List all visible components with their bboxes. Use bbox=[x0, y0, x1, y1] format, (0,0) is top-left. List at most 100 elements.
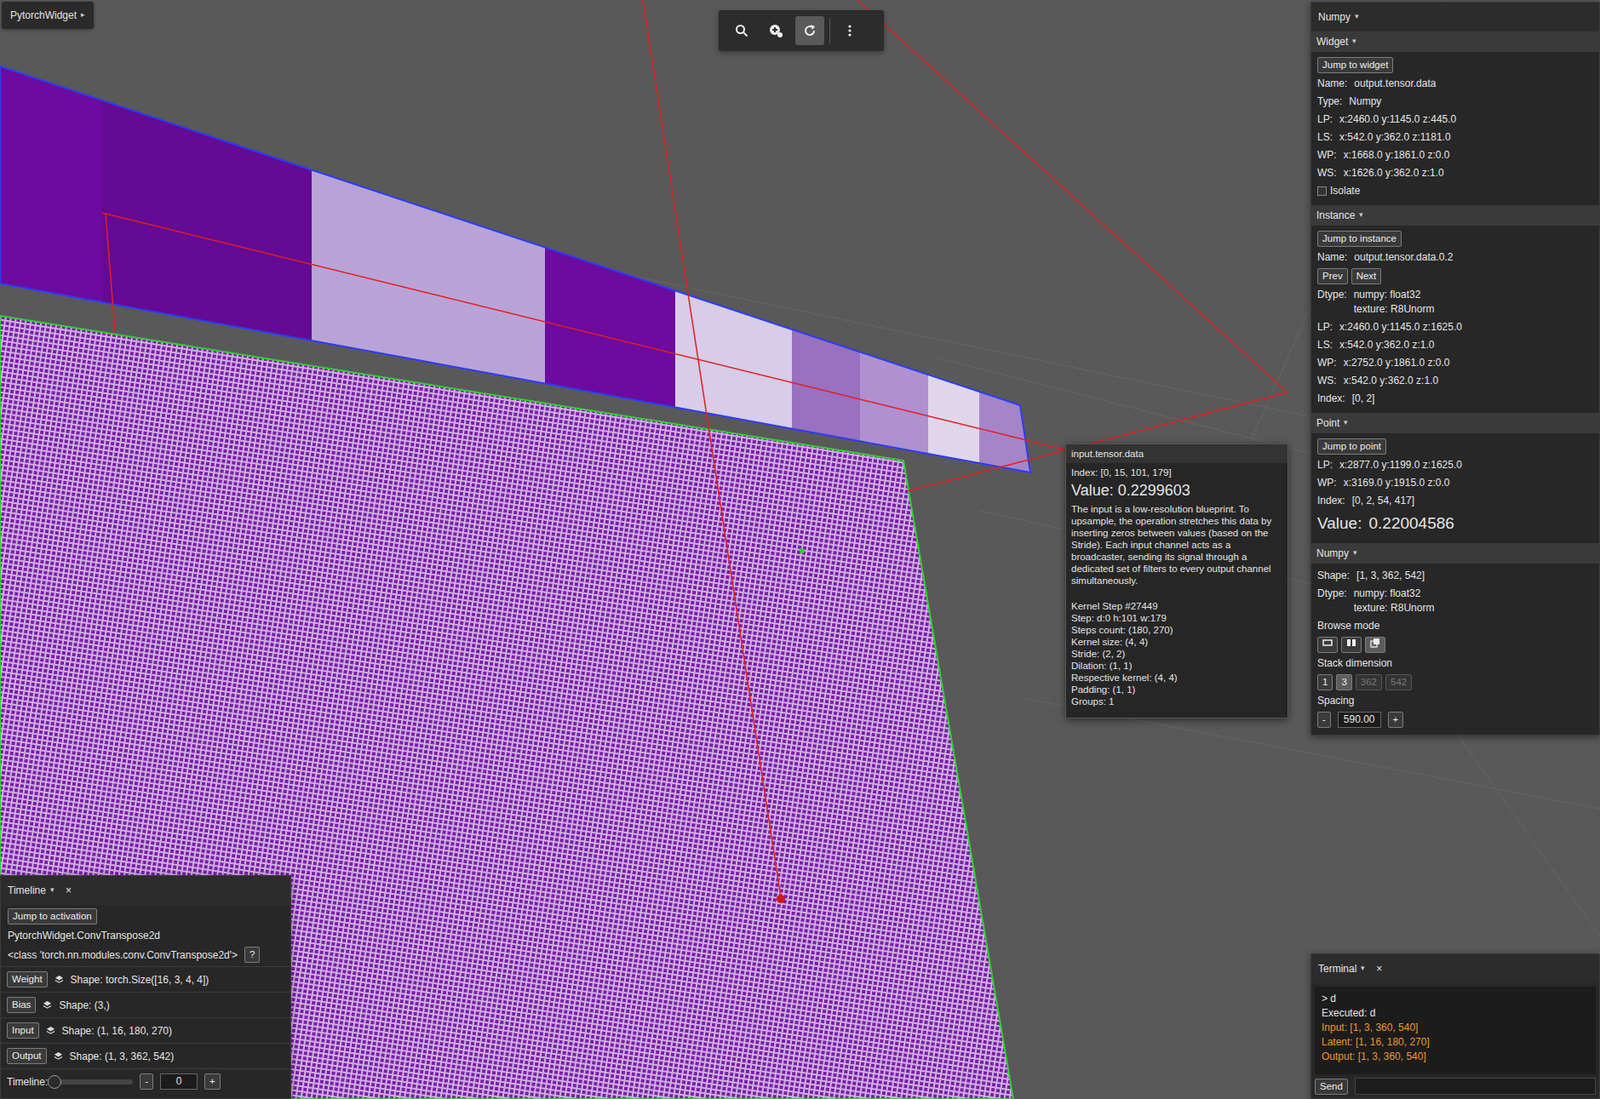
spacing-value[interactable]: 590.00 bbox=[1337, 711, 1382, 729]
tensor-button[interactable]: Input bbox=[6, 1022, 40, 1039]
tensor-row: InputShape: (1, 16, 180, 270) bbox=[0, 1017, 291, 1044]
timeline-slider[interactable] bbox=[54, 1079, 133, 1085]
field-row: WS:x:1626.0 y:362.0 z:1.0 bbox=[1311, 164, 1600, 183]
isolate-row[interactable]: Isolate bbox=[1311, 182, 1600, 201]
section-header[interactable]: Numpy▾ bbox=[1311, 2, 1600, 32]
timeline-close-button[interactable]: × bbox=[65, 883, 72, 899]
toolbar-zoom-button[interactable] bbox=[761, 16, 791, 46]
section-header[interactable]: Point▾ bbox=[1311, 412, 1600, 434]
stack-dimension-button[interactable]: 1 bbox=[1317, 674, 1333, 691]
field-row: WP:x:1668.0 y:1861.0 z:0.0 bbox=[1311, 146, 1600, 165]
send-button[interactable]: Send bbox=[1314, 1078, 1348, 1096]
field-value-line: numpy: float32 bbox=[1353, 586, 1435, 602]
toolbar-search-button[interactable] bbox=[727, 16, 757, 46]
timeline-label: Timeline: bbox=[6, 1074, 48, 1090]
search-icon bbox=[734, 23, 749, 38]
tensor-button[interactable]: Weight bbox=[6, 971, 48, 988]
tooltip-description: The input is a low-resolution blueprint.… bbox=[1071, 503, 1283, 587]
spacing-row: -590.00 + bbox=[1311, 710, 1600, 730]
field-value: Numpy bbox=[1348, 94, 1382, 109]
button-row: Jump to point bbox=[1311, 436, 1600, 457]
browse-layers-button[interactable] bbox=[1364, 636, 1386, 654]
nav-button[interactable]: Next bbox=[1351, 268, 1383, 285]
section-title: Numpy bbox=[1316, 545, 1349, 562]
browse-stack-button[interactable] bbox=[1341, 636, 1362, 654]
field-row: Name:output.tensor.data bbox=[1311, 74, 1600, 93]
terminal-caret: ▾ bbox=[1360, 963, 1365, 975]
field-label: LP: bbox=[1317, 112, 1333, 127]
section-header[interactable]: Instance ▾ bbox=[1311, 205, 1600, 226]
browse-flat-button[interactable] bbox=[1317, 636, 1338, 654]
tensor-layers-icon bbox=[45, 1026, 56, 1036]
cursor-marker bbox=[799, 548, 805, 554]
section-title: Numpy bbox=[1318, 9, 1351, 25]
field-value: [0, 2, 54, 417] bbox=[1352, 493, 1415, 509]
isolate-checkbox[interactable] bbox=[1317, 186, 1327, 196]
jump-to-activation-button[interactable]: Jump to activation bbox=[7, 908, 98, 925]
browse-label-row: Browse mode bbox=[1311, 617, 1600, 636]
section-caret: ▾ bbox=[1354, 11, 1360, 23]
kernel-info-line: Stride: (2, 2) bbox=[1071, 648, 1283, 660]
section-title: Instance bbox=[1316, 207, 1355, 224]
section-header[interactable]: Widget▾ bbox=[1311, 31, 1600, 52]
jump-button[interactable]: Jump to instance bbox=[1317, 230, 1402, 247]
field-row: LP: x:2460.0 y:1145.0 z:1625.0 bbox=[1311, 318, 1600, 337]
field-value: numpy: float32texture: R8Unorm bbox=[1353, 586, 1435, 616]
section-header[interactable]: Numpy▾ bbox=[1311, 543, 1600, 564]
tensor-button[interactable]: Bias bbox=[6, 997, 36, 1014]
tensor-layers-icon bbox=[53, 1051, 64, 1061]
widget-section: Jump to widgetName:output.tensor.dataTyp… bbox=[1311, 51, 1600, 206]
tooltip-value: Value: 0.2299603 bbox=[1071, 480, 1283, 501]
spacing-plus-button[interactable]: + bbox=[1387, 711, 1405, 729]
kernel-info-line: Padding: (1, 1) bbox=[1071, 683, 1283, 696]
timeline-value[interactable]: 0 bbox=[160, 1073, 198, 1090]
widget-menu-caret: ▸ bbox=[80, 9, 86, 22]
terminal-header: Terminal▾ × bbox=[1311, 954, 1600, 984]
jump-button[interactable]: Jump to widget bbox=[1317, 57, 1394, 74]
help-button[interactable]: ? bbox=[244, 946, 260, 964]
field-value-line: numpy: float32 bbox=[1353, 287, 1435, 303]
timeline-slider-knob[interactable] bbox=[47, 1075, 62, 1090]
spacing-label: Spacing bbox=[1317, 693, 1354, 709]
toolbar-rotate-button[interactable] bbox=[795, 16, 825, 46]
point-marker bbox=[776, 894, 786, 904]
timeline-plus-button[interactable]: + bbox=[204, 1073, 221, 1090]
field-label: WP: bbox=[1317, 475, 1337, 491]
terminal-input[interactable] bbox=[1354, 1078, 1596, 1096]
field-value: x:2460.0 y:1145.0 z:1625.0 bbox=[1339, 320, 1463, 335]
nav-button[interactable]: Prev bbox=[1317, 268, 1348, 285]
field-value: x:542.0 y:362.0 z:1.0 bbox=[1339, 338, 1434, 353]
toolbar-more-button[interactable] bbox=[835, 16, 865, 46]
field-label: Name: bbox=[1317, 76, 1348, 92]
field-value-line: texture: R8Unorm bbox=[1353, 601, 1435, 616]
field-label: LP: bbox=[1317, 320, 1333, 335]
field-row: LP:x:2460.0 y:1145.0 z:445.0 bbox=[1311, 110, 1600, 129]
hover-tooltip: input.tensor.dataIndex: [0, 15, 101, 179… bbox=[1065, 443, 1289, 719]
field-row: WP:x:2752.0 y:1861.0 z:0.0 bbox=[1311, 354, 1600, 373]
point-value: Value:0.22004586 bbox=[1311, 510, 1600, 539]
terminal-title: Terminal bbox=[1318, 961, 1357, 977]
point-section: Jump to pointLP:x:2877.0 y:1199.0 z:1625… bbox=[1311, 433, 1600, 544]
output-plane[interactable] bbox=[0, 315, 1014, 1099]
section-caret: ▾ bbox=[1359, 209, 1364, 222]
jump-button[interactable]: Jump to point bbox=[1317, 438, 1387, 455]
field-value: x:2877.0 y:1199.0 z:1625.0 bbox=[1339, 458, 1463, 473]
field-value: x:3169.0 y:1915.0 z:0.0 bbox=[1343, 475, 1451, 491]
stack-dimension-button[interactable]: 3 bbox=[1336, 674, 1352, 691]
layers-mode-icon bbox=[1370, 637, 1381, 649]
section-caret: ▾ bbox=[1352, 35, 1357, 48]
field-label: Index: bbox=[1317, 493, 1346, 509]
value-number: 0.22004586 bbox=[1368, 511, 1454, 537]
more-icon bbox=[847, 23, 853, 38]
field-value: [1, 3, 362, 542] bbox=[1356, 568, 1425, 584]
terminal-output: > dExecuted: dInput: [1, 3, 360, 540]Lat… bbox=[1314, 986, 1596, 1075]
tensor-button[interactable]: Output bbox=[6, 1048, 47, 1065]
timeline-minus-button[interactable]: - bbox=[139, 1073, 154, 1090]
input-strip[interactable] bbox=[0, 66, 1031, 473]
terminal-close-button[interactable]: × bbox=[1376, 961, 1383, 977]
widget-menu[interactable]: PytorchWidget▸ bbox=[1, 1, 94, 29]
field-label: LS: bbox=[1317, 338, 1333, 353]
field-label: Index: bbox=[1317, 391, 1346, 407]
flat-mode-icon bbox=[1322, 637, 1333, 649]
spacing-minus-button[interactable]: - bbox=[1317, 711, 1331, 729]
